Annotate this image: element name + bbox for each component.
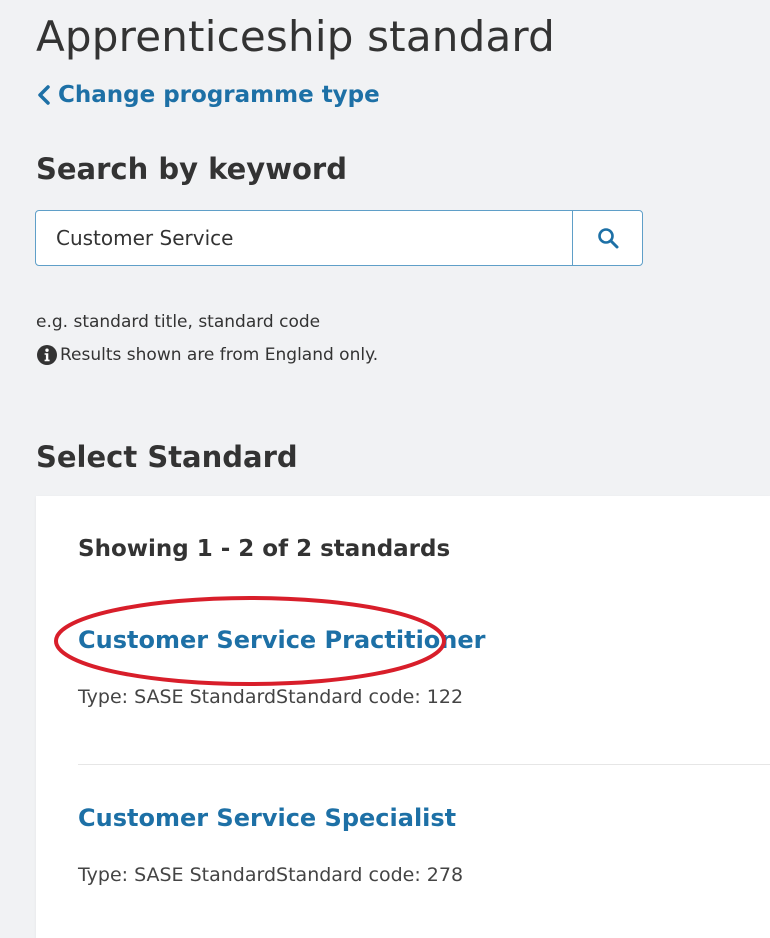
result-meta: Type: SASE StandardStandard code: 278 [78,864,464,886]
back-link-label: Change programme type [58,82,380,108]
divider [78,764,770,765]
info-note-text: Results shown are from England only. [60,345,379,365]
info-note: Results shown are from England only. [36,344,378,366]
search-box [35,210,643,266]
search-button[interactable] [572,211,642,265]
select-standard-heading: Select Standard [36,440,298,474]
info-icon [37,345,57,365]
result-title-link[interactable]: Customer Service Practitioner [78,626,485,654]
results-card: Showing 1 - 2 of 2 standards Customer Se… [36,496,770,938]
search-hint: e.g. standard title, standard code [36,312,321,332]
chevron-left-icon [38,85,50,105]
result-meta: Type: SASE StandardStandard code: 122 [78,686,464,708]
search-heading: Search by keyword [36,152,347,186]
change-programme-type-link[interactable]: Change programme type [36,82,380,108]
search-icon [597,228,618,249]
search-input[interactable] [36,211,572,265]
page-title: Apprenticeship standard [36,12,555,61]
result-title-link[interactable]: Customer Service Specialist [78,804,456,832]
results-count: Showing 1 - 2 of 2 standards [78,536,451,562]
